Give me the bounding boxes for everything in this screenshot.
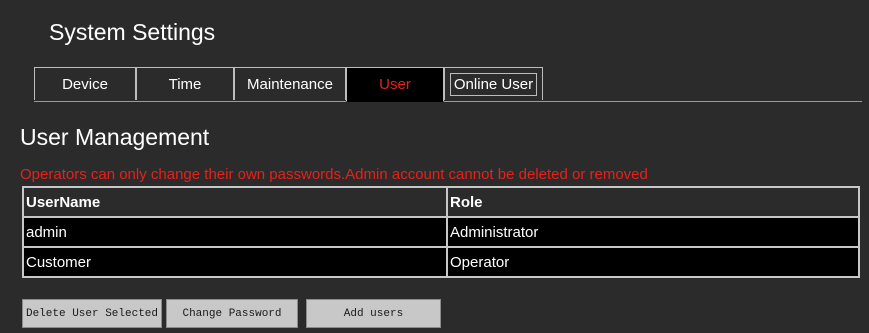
delete-user-button[interactable]: Delete User Selected [22, 299, 162, 328]
tab-user-label: User [379, 76, 411, 93]
tab-time-label: Time [168, 75, 202, 93]
page-title: System Settings [49, 19, 216, 45]
tab-online-user-label: Online User [449, 72, 538, 96]
tab-time[interactable]: Time [136, 67, 234, 100]
users-table: UserName Role admin Administrator Custom… [22, 186, 860, 278]
tab-device-label: Device [62, 75, 108, 93]
tab-bar: Device Time Maintenance User Online User [34, 67, 862, 102]
column-header-role[interactable]: Role [446, 186, 860, 218]
add-users-button[interactable]: Add users [306, 299, 441, 328]
change-password-button[interactable]: Change Password [166, 299, 298, 328]
cell-role[interactable]: Operator [446, 246, 860, 278]
tab-maintenance-label: Maintenance [247, 75, 333, 93]
cell-username[interactable]: admin [22, 216, 448, 248]
warning-note: Operators can only change their own pass… [20, 166, 648, 183]
section-heading: User Management [20, 124, 210, 150]
tab-user[interactable]: User [346, 67, 444, 102]
table-row[interactable]: Customer Operator [22, 246, 860, 278]
cell-role[interactable]: Administrator [446, 216, 860, 248]
tab-device[interactable]: Device [34, 67, 136, 100]
cell-username[interactable]: Customer [22, 246, 448, 278]
tab-online-user[interactable]: Online User [444, 67, 543, 100]
column-header-username[interactable]: UserName [22, 186, 448, 218]
settings-panel: System Settings Device Time Maintenance … [10, 10, 862, 333]
table-row[interactable]: admin Administrator [22, 216, 860, 248]
tab-maintenance[interactable]: Maintenance [234, 67, 346, 100]
table-header-row: UserName Role [22, 186, 860, 218]
